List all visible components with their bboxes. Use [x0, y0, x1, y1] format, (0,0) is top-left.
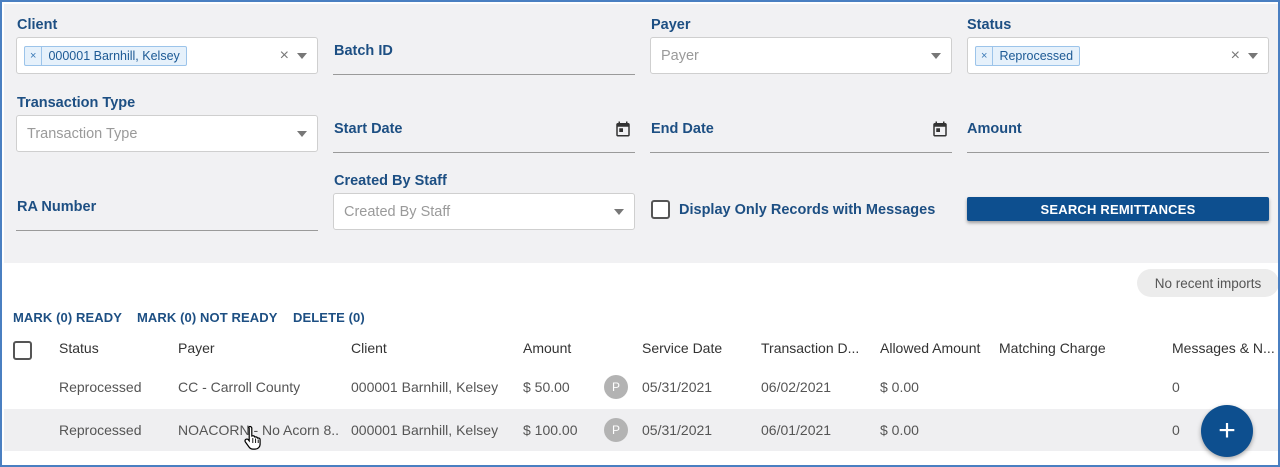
- payer-chevron-down-icon[interactable]: [931, 52, 941, 59]
- payer-select[interactable]: Payer: [650, 37, 952, 74]
- amount-label: Amount: [967, 121, 1022, 137]
- search-remittances-button[interactable]: SEARCH REMITTANCES: [967, 197, 1269, 221]
- row-client: 000001 Barnhill, Kelsey: [351, 379, 499, 395]
- status-chip-remove-icon[interactable]: ×: [976, 46, 994, 65]
- end-date-label: End Date: [651, 121, 714, 137]
- client-clear-icon[interactable]: ×: [280, 47, 289, 65]
- start-date-input[interactable]: [333, 152, 635, 153]
- amount-input[interactable]: [967, 152, 1269, 153]
- row-status-badge: P: [604, 375, 628, 399]
- row-transaction-date: 06/02/2021: [761, 379, 832, 395]
- created-by-staff-chevron-down-icon[interactable]: [614, 208, 624, 215]
- created-by-staff-label: Created By Staff: [334, 173, 447, 189]
- delete-button[interactable]: DELETE (0): [293, 310, 365, 325]
- created-by-staff-select[interactable]: Created By Staff: [333, 193, 635, 230]
- client-chip-label: 000001 Barnhill, Kelsey: [48, 48, 180, 63]
- row-allowed-amount: $ 0.00: [880, 379, 919, 395]
- column-header-allowed-amount[interactable]: Allowed Amount: [880, 340, 980, 356]
- start-date-label: Start Date: [334, 121, 403, 137]
- row-allowed-amount: $ 0.00: [880, 422, 919, 438]
- row-status-badge: P: [604, 418, 628, 442]
- client-chip: × 000001 Barnhill, Kelsey: [24, 45, 187, 66]
- transaction-type-chevron-down-icon[interactable]: [297, 130, 307, 137]
- row-amount: $ 50.00: [523, 379, 570, 395]
- row-service-date: 05/31/2021: [642, 379, 713, 395]
- client-chip-remove-icon[interactable]: ×: [25, 46, 43, 65]
- batch-id-input[interactable]: [333, 74, 635, 75]
- column-header-amount[interactable]: Amount: [523, 340, 571, 356]
- transaction-type-label: Transaction Type: [17, 95, 136, 111]
- end-date-input[interactable]: [650, 152, 952, 153]
- batch-id-label: Batch ID: [334, 43, 393, 59]
- ra-number-label: RA Number: [17, 199, 97, 215]
- status-select[interactable]: × Reprocessed ×: [967, 37, 1269, 74]
- column-header-messages[interactable]: Messages & N...: [1172, 340, 1275, 356]
- select-all-checkbox[interactable]: [13, 341, 32, 360]
- ra-number-input[interactable]: [16, 230, 318, 231]
- start-date-calendar-icon[interactable]: [614, 120, 632, 138]
- payer-label: Payer: [651, 17, 691, 33]
- client-chevron-down-icon[interactable]: [297, 52, 307, 59]
- column-header-client[interactable]: Client: [351, 340, 387, 356]
- row-client: 000001 Barnhill, Kelsey: [351, 422, 499, 438]
- row-amount: $ 100.00: [523, 422, 578, 438]
- status-chip: × Reprocessed: [975, 45, 1081, 66]
- column-header-payer[interactable]: Payer: [178, 340, 215, 356]
- messages-only-checkbox[interactable]: [651, 200, 670, 219]
- payer-placeholder: Payer: [661, 47, 699, 64]
- app-frame: Client × 000001 Barnhill, Kelsey × Batch…: [0, 0, 1280, 467]
- row-status: Reprocessed: [59, 379, 142, 395]
- column-header-service-date[interactable]: Service Date: [642, 340, 722, 356]
- table-row[interactable]: Reprocessed NOACORN - No Acorn 8... 0000…: [4, 409, 1278, 451]
- status-label: Status: [967, 17, 1012, 33]
- transaction-type-select[interactable]: Transaction Type: [16, 115, 318, 152]
- row-messages: 0: [1172, 422, 1180, 438]
- column-header-matching-charge[interactable]: Matching Charge: [999, 340, 1106, 356]
- column-header-status[interactable]: Status: [59, 340, 99, 356]
- mark-not-ready-button[interactable]: MARK (0) NOT READY: [137, 310, 277, 325]
- status-chevron-down-icon[interactable]: [1248, 52, 1258, 59]
- row-service-date: 05/31/2021: [642, 422, 713, 438]
- add-remittance-button[interactable]: +: [1201, 405, 1253, 457]
- row-transaction-date: 06/01/2021: [761, 422, 832, 438]
- messages-only-label[interactable]: Display Only Records with Messages: [679, 202, 935, 218]
- column-header-transaction-date[interactable]: Transaction D...: [761, 340, 859, 356]
- mark-ready-button[interactable]: MARK (0) READY: [13, 310, 122, 325]
- transaction-type-placeholder: Transaction Type: [27, 125, 138, 142]
- row-payer: CC - Carroll County: [178, 379, 301, 395]
- row-status: Reprocessed: [59, 422, 142, 438]
- status-clear-icon[interactable]: ×: [1231, 47, 1240, 65]
- client-label: Client: [17, 17, 58, 33]
- row-messages: 0: [1172, 379, 1180, 395]
- hand-cursor-icon: [244, 425, 261, 450]
- imports-status-badge: No recent imports: [1137, 269, 1278, 297]
- client-select[interactable]: × 000001 Barnhill, Kelsey ×: [16, 37, 318, 74]
- end-date-calendar-icon[interactable]: [931, 120, 949, 138]
- created-by-staff-placeholder: Created By Staff: [344, 203, 451, 220]
- table-row[interactable]: Reprocessed CC - Carroll County 000001 B…: [4, 366, 1278, 408]
- status-chip-label: Reprocessed: [999, 48, 1074, 63]
